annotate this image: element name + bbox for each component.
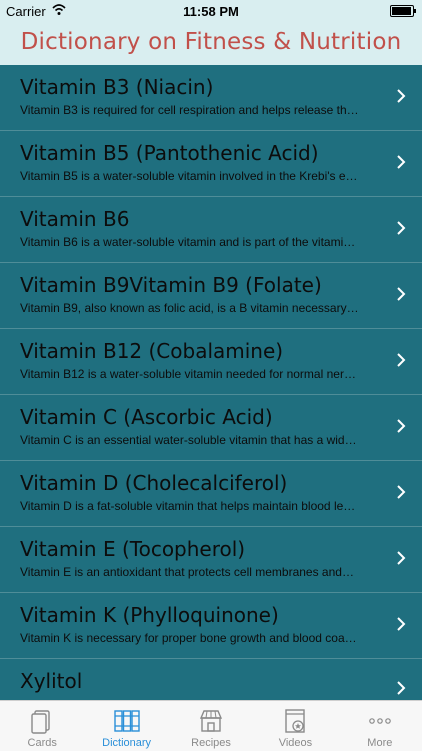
item-title: Xylitol xyxy=(20,669,83,693)
chevron-right-icon xyxy=(397,155,406,169)
battery-icon xyxy=(390,5,416,17)
item-title: Vitamin C (Ascorbic Acid) xyxy=(20,405,273,429)
status-time: 11:58 PM xyxy=(183,4,239,19)
dictionary-list[interactable]: Vitamin B3 (Niacin) Vitamin B3 is requir… xyxy=(0,65,422,700)
page-title: Dictionary on Fitness & Nutrition xyxy=(0,22,422,65)
tab-label: Videos xyxy=(278,737,313,749)
tab-videos[interactable]: Videos xyxy=(253,701,337,751)
dictionary-icon xyxy=(113,710,140,732)
chevron-right-icon xyxy=(397,89,406,103)
chevron-right-icon xyxy=(397,551,406,565)
chevron-right-icon xyxy=(397,419,406,433)
list-item[interactable]: Vitamin B9Vitamin B9 (Folate) Vitamin B9… xyxy=(0,263,422,329)
chevron-right-icon xyxy=(397,221,406,235)
list-item[interactable]: Vitamin K (Phylloquinone) Vitamin K is n… xyxy=(0,593,422,659)
more-icon xyxy=(369,718,391,724)
tab-cards[interactable]: Cards xyxy=(0,701,84,751)
item-title: Vitamin K (Phylloquinone) xyxy=(20,603,279,627)
tab-label: Recipes xyxy=(191,737,231,749)
chevron-right-icon xyxy=(397,681,406,695)
tab-label: More xyxy=(367,737,393,749)
chevron-right-icon xyxy=(397,485,406,499)
item-description: Vitamin K is necessary for proper bone g… xyxy=(20,631,357,645)
list-item[interactable]: Vitamin B6 Vitamin B6 is a water-soluble… xyxy=(0,197,422,263)
item-title: Vitamin B12 (Cobalamine) xyxy=(20,339,284,363)
item-title: Vitamin E (Tocopherol) xyxy=(20,537,246,561)
list-item[interactable]: Vitamin B5 (Pantothenic Acid) Vitamin B5… xyxy=(0,131,422,197)
list-item[interactable]: Vitamin E (Tocopherol) Vitamin E is an a… xyxy=(0,527,422,593)
item-title: Vitamin B9Vitamin B9 (Folate) xyxy=(20,273,322,297)
item-description: Vitamin B9, also known as folic acid, is… xyxy=(20,301,359,315)
tab-more[interactable]: More xyxy=(338,701,422,751)
item-title: Vitamin D (Cholecalciferol) xyxy=(20,471,288,495)
cards-icon xyxy=(31,710,50,734)
list-item[interactable]: Vitamin C (Ascorbic Acid) Vitamin C is a… xyxy=(0,395,422,461)
videos-icon xyxy=(285,709,306,733)
tab-bar: Cards Dictionary Recipes Videos More xyxy=(0,700,422,751)
chevron-right-icon xyxy=(397,287,406,301)
tab-label: Dictionary xyxy=(102,737,152,749)
item-description: Vitamin C is an essential water-soluble … xyxy=(20,433,357,447)
item-title: Vitamin B6 xyxy=(20,207,130,231)
item-description: Vitamin B6 is a water-soluble vitamin an… xyxy=(20,235,356,249)
item-description: Vitamin B5 is a water-soluble vitamin in… xyxy=(20,169,358,183)
recipes-icon xyxy=(199,710,223,732)
tab-recipes[interactable]: Recipes xyxy=(169,701,253,751)
tab-label: Cards xyxy=(27,737,57,749)
item-title: Vitamin B5 (Pantothenic Acid) xyxy=(20,141,319,165)
item-description: Vitamin B3 is required for cell respirat… xyxy=(20,103,359,117)
chevron-right-icon xyxy=(397,617,406,631)
status-bar: Carrier 11:58 PM xyxy=(0,0,422,22)
item-description: Vitamin E is an antioxidant that protect… xyxy=(20,565,354,579)
tab-dictionary[interactable]: Dictionary xyxy=(84,701,168,751)
item-description: Vitamin D is a fat-soluble vitamin that … xyxy=(20,499,356,513)
list-item[interactable]: Vitamin D (Cholecalciferol) Vitamin D is… xyxy=(0,461,422,527)
item-description: Vitamin B12 is a water-soluble vitamin n… xyxy=(20,367,356,381)
list-item[interactable]: Xylitol xyxy=(0,659,422,699)
chevron-right-icon xyxy=(397,353,406,367)
item-title: Vitamin B3 (Niacin) xyxy=(20,75,214,99)
list-item[interactable]: Vitamin B12 (Cobalamine) Vitamin B12 is … xyxy=(0,329,422,395)
list-item[interactable]: Vitamin B3 (Niacin) Vitamin B3 is requir… xyxy=(0,65,422,131)
